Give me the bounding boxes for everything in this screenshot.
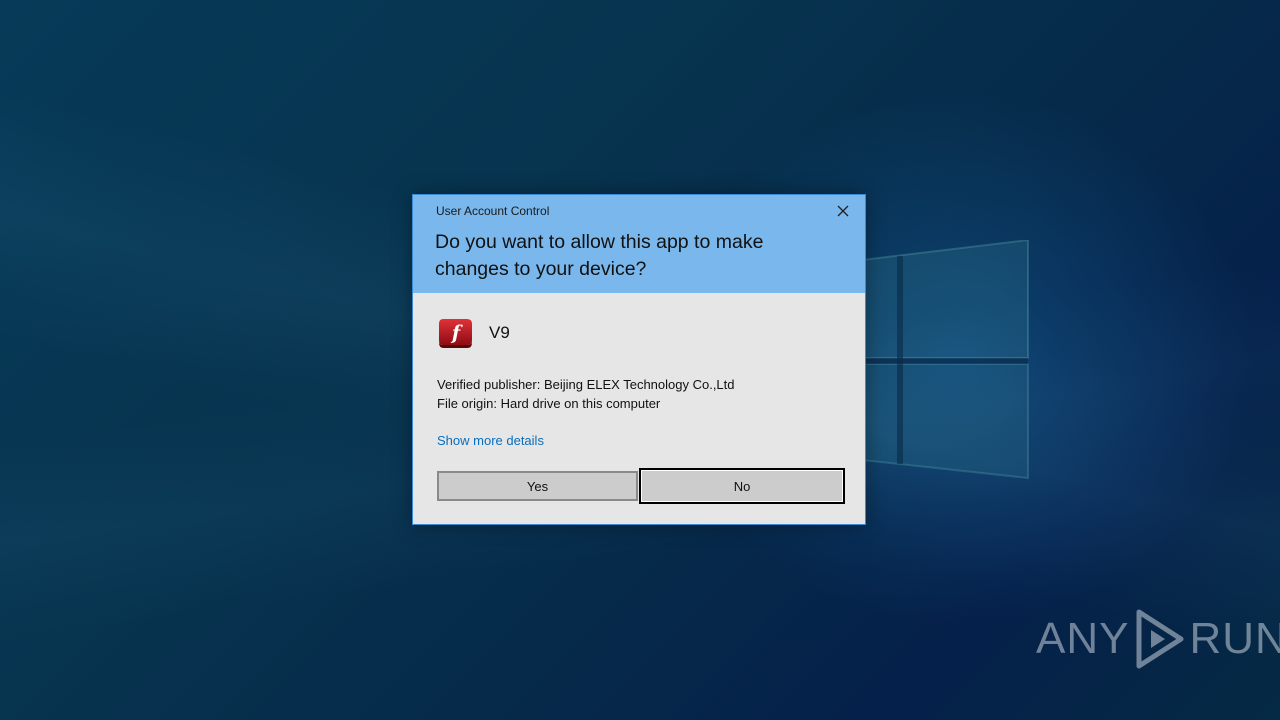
info-block: Verified publisher: Beijing ELEX Technol… xyxy=(437,375,735,413)
app-name: V9 xyxy=(489,323,510,342)
publisher-text: Verified publisher: Beijing ELEX Technol… xyxy=(437,377,735,392)
flash-player-icon: f xyxy=(439,319,472,348)
no-button[interactable]: No xyxy=(639,468,845,504)
anyrun-watermark: ANY RUN xyxy=(1036,606,1280,672)
uac-dialog: User Account Control Do you want to allo… xyxy=(412,194,866,525)
close-button[interactable] xyxy=(829,200,857,222)
uac-question: Do you want to allow this app to make ch… xyxy=(435,231,764,280)
watermark-right-text: RUN xyxy=(1189,614,1280,663)
windows-logo-icon xyxy=(862,240,1029,480)
uac-header: User Account Control Do you want to allo… xyxy=(413,195,865,293)
play-triangle-icon xyxy=(1136,609,1184,669)
origin-text: File origin: Hard drive on this computer xyxy=(437,396,661,411)
dialog-title: User Account Control xyxy=(436,204,550,218)
app-row: f V9 xyxy=(437,315,510,351)
desktop-background: User Account Control Do you want to allo… xyxy=(0,0,1280,720)
watermark-left-text: ANY xyxy=(1036,614,1130,663)
yes-button[interactable]: Yes xyxy=(437,471,638,501)
show-more-details-link[interactable]: Show more details xyxy=(437,433,544,448)
close-icon xyxy=(837,205,849,217)
